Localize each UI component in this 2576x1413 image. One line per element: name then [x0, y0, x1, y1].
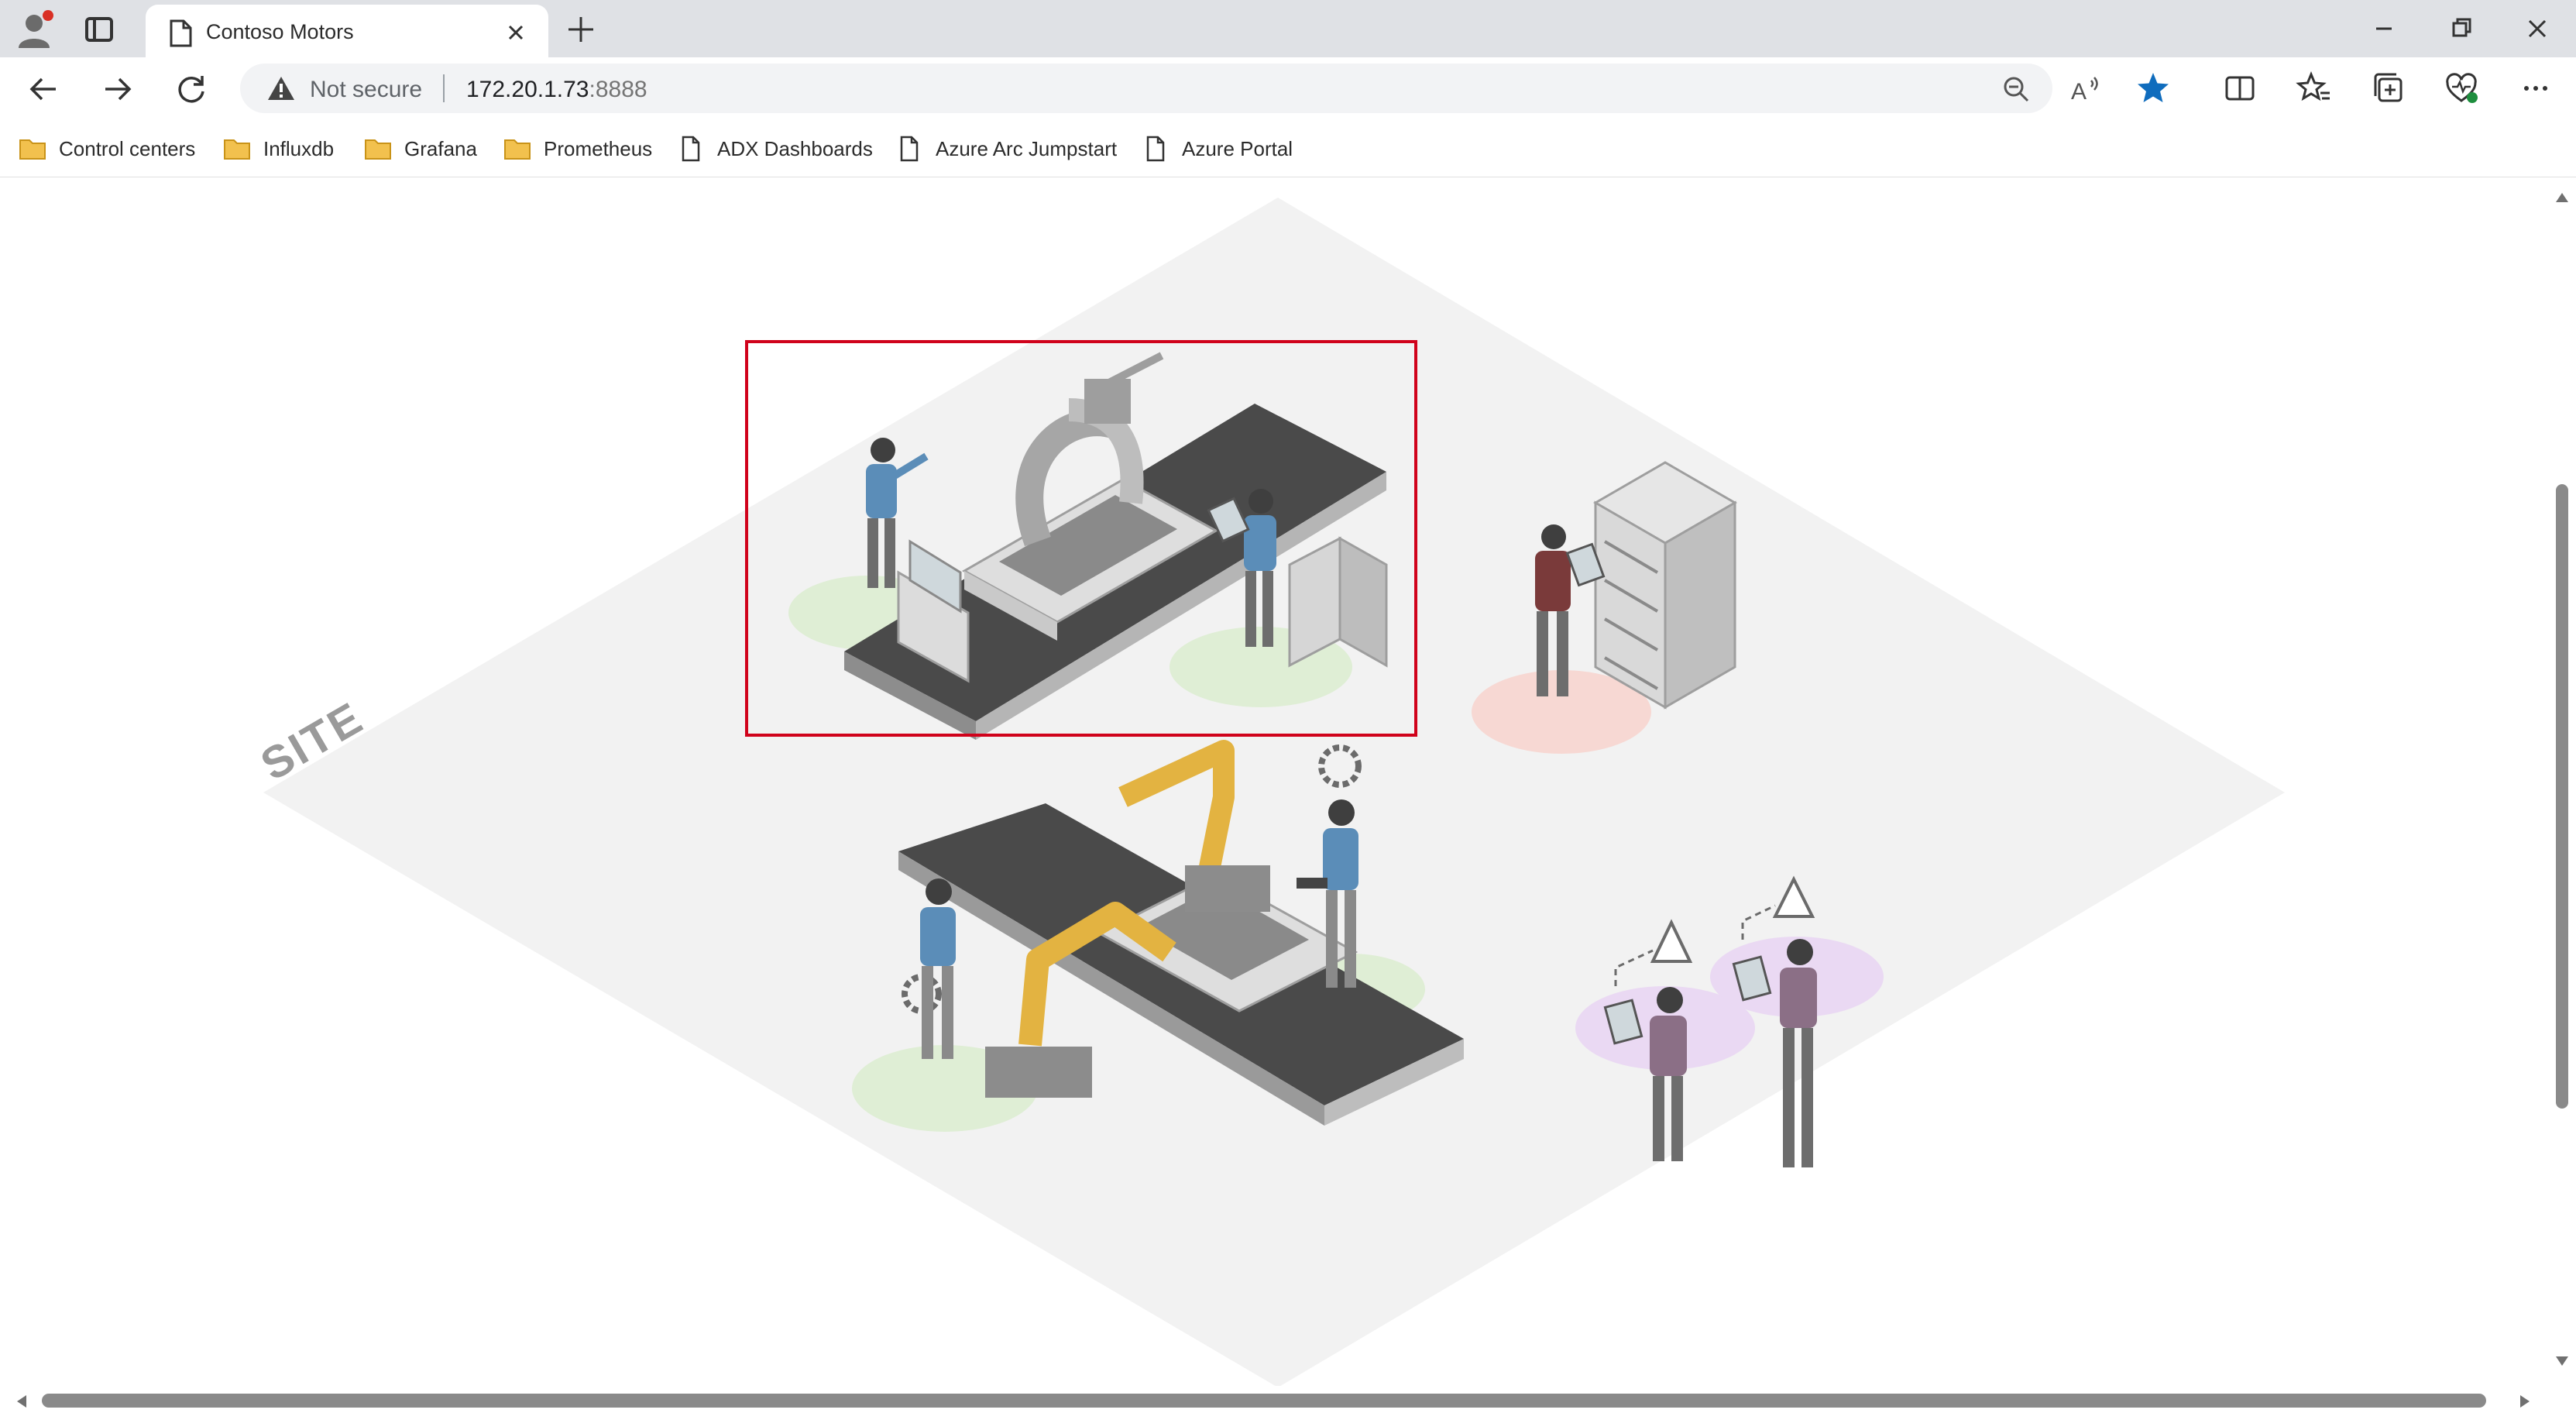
factory-site-illustration: SITE: [252, 198, 2285, 1386]
scroll-left-arrow-icon[interactable]: [15, 1394, 28, 1409]
back-icon[interactable]: [25, 70, 64, 108]
warning-icon[interactable]: [266, 74, 296, 102]
page-content: SITE: [0, 177, 2576, 1413]
favorites-bar: Control centers Influxdb Grafana Prometh…: [0, 119, 2576, 177]
page-icon: [170, 19, 192, 47]
address-bar[interactable]: Not secure 172.20.1.73:8888: [240, 64, 2052, 113]
horizontal-scroll-thumb[interactable]: [42, 1394, 2486, 1408]
scroll-down-arrow-icon[interactable]: [2554, 1355, 2570, 1367]
horizontal-scrollbar[interactable]: [0, 1386, 2576, 1413]
close-tab-icon[interactable]: [502, 19, 530, 46]
url-port: :8888: [589, 77, 647, 102]
security-status[interactable]: Not secure: [310, 77, 422, 103]
zoom-out-icon[interactable]: [2000, 73, 2032, 105]
vertical-scrollbar[interactable]: [2548, 177, 2576, 1386]
url-host: 172.20.1.73: [466, 77, 589, 102]
folder-icon: [365, 139, 391, 160]
split-screen-icon[interactable]: [2221, 70, 2258, 107]
favorite-azure-arc-jumpstart[interactable]: Azure Arc Jumpstart: [895, 133, 1117, 164]
tab-contoso-motors[interactable]: Contoso Motors: [146, 5, 548, 57]
favorite-control-centers[interactable]: Control centers: [19, 133, 195, 164]
close-window-icon[interactable]: [2514, 9, 2561, 48]
site-floor: [263, 198, 2285, 1386]
restore-icon[interactable]: [2438, 9, 2485, 48]
favorite-label: Influxdb: [263, 136, 335, 160]
read-aloud-icon[interactable]: A: [2068, 70, 2105, 107]
favorite-label: Control centers: [59, 136, 196, 160]
tab-title: Contoso Motors: [206, 20, 354, 43]
favorite-label: Grafana: [404, 136, 477, 160]
favorite-star-icon[interactable]: [2135, 70, 2172, 107]
more-options-icon[interactable]: [2517, 70, 2554, 107]
folder-icon: [19, 139, 46, 160]
favorite-label: Azure Arc Jumpstart: [936, 136, 1118, 160]
favorite-prometheus[interactable]: Prometheus: [503, 133, 652, 164]
page-icon: [1146, 136, 1165, 162]
refresh-icon[interactable]: [172, 70, 211, 108]
scroll-up-arrow-icon[interactable]: [2554, 191, 2570, 204]
minimize-icon[interactable]: [2361, 9, 2407, 48]
favorites-icon[interactable]: [2296, 70, 2333, 107]
browser-essentials-icon[interactable]: [2443, 70, 2480, 107]
favorite-label: ADX Dashboards: [717, 136, 873, 160]
navigation-toolbar: Not secure 172.20.1.73:8888 A: [0, 57, 2576, 119]
tab-actions-icon[interactable]: [81, 11, 118, 48]
favorite-adx-dashboards[interactable]: ADX Dashboards: [677, 133, 873, 164]
tab-strip: Contoso Motors: [0, 0, 2576, 57]
favorite-influxdb[interactable]: Influxdb: [223, 133, 334, 164]
favorite-azure-portal[interactable]: Azure Portal: [1142, 133, 1293, 164]
favorite-label: Prometheus: [544, 136, 653, 160]
url-text[interactable]: 172.20.1.73:8888: [466, 77, 647, 103]
page-icon: [900, 136, 919, 162]
folder-icon: [504, 139, 531, 160]
vertical-scroll-thumb[interactable]: [2556, 484, 2568, 1109]
page-icon: [682, 136, 700, 162]
svg-text:A: A: [2071, 79, 2087, 105]
folder-icon: [224, 139, 250, 160]
favorite-label: Azure Portal: [1182, 136, 1293, 160]
address-separator: [443, 74, 445, 102]
new-tab-icon[interactable]: [564, 12, 598, 46]
profile-icon[interactable]: [14, 8, 57, 51]
forward-icon[interactable]: [98, 70, 136, 108]
collections-icon[interactable]: [2370, 70, 2407, 107]
scroll-right-arrow-icon[interactable]: [2519, 1394, 2531, 1409]
favorite-grafana[interactable]: Grafana: [364, 133, 477, 164]
